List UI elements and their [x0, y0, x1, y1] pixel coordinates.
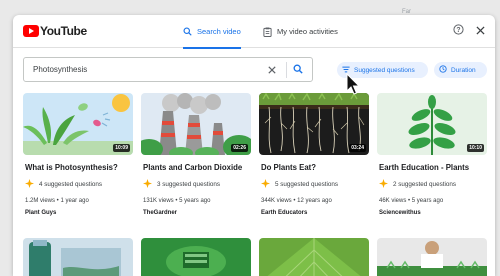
video-meta: 344K views • 12 years ago — [261, 198, 332, 204]
video-search-dialog: YouTube Search video My video activities… — [13, 15, 495, 276]
chip-label: Duration — [451, 66, 476, 74]
video-age: 5 years ago — [179, 198, 211, 204]
youtube-play-icon — [23, 25, 39, 37]
video-thumbnail[interactable] — [259, 238, 369, 276]
video-card[interactable]: 10:10 Earth Education - Plants 2 suggest… — [377, 93, 487, 216]
dialog-header: YouTube Search video My video activities… — [13, 15, 495, 49]
sparkle-icon — [261, 179, 275, 190]
sparkle-icon — [379, 179, 393, 190]
video-title[interactable]: Earth Education - Plants — [377, 162, 487, 173]
video-age: 12 years ago — [297, 198, 332, 204]
video-duration: 02:26 — [231, 144, 248, 152]
duration-filter[interactable]: Duration — [434, 62, 487, 78]
video-meta: 131K views • 5 years ago — [143, 198, 211, 204]
tab-my-video-activities[interactable]: My video activities — [263, 15, 338, 48]
clipboard-icon — [263, 27, 272, 37]
video-duration: 10:09 — [113, 144, 130, 152]
svg-text:?: ? — [456, 27, 460, 34]
close-icon — [475, 22, 485, 40]
help-button[interactable]: ? — [450, 23, 466, 39]
suggested-questions-label: 4 suggested questions — [39, 181, 103, 188]
tab-label: My video activities — [277, 27, 338, 36]
video-thumbnail[interactable] — [377, 238, 487, 276]
video-age: 5 years ago — [411, 198, 444, 204]
channel-name[interactable]: Plant Guys — [23, 210, 133, 216]
help-icon: ? — [452, 22, 464, 40]
logo-text: YouTube — [40, 24, 87, 38]
clear-search-button[interactable] — [265, 63, 279, 77]
video-age: 1 year ago — [60, 198, 89, 204]
video-title[interactable]: Plants and Carbon Dioxide — [141, 162, 251, 173]
suggested-questions-label: 2 suggested questions — [393, 181, 457, 188]
search-button[interactable] — [290, 63, 306, 77]
video-card[interactable]: 03:24 Do Plants Eat? 5 suggested questio… — [259, 93, 369, 216]
active-tab-indicator — [183, 47, 241, 49]
tab-label: Search video — [197, 27, 241, 36]
video-title[interactable]: Do Plants Eat? — [259, 162, 369, 173]
youtube-logo: YouTube — [23, 24, 87, 38]
video-views: 131K views — [143, 198, 174, 204]
search-input[interactable]: Photosynthesis — [33, 65, 87, 74]
channel-name[interactable]: Earth Educators — [259, 210, 369, 216]
close-dialog-button[interactable] — [472, 23, 488, 39]
video-thumbnail[interactable]: 03:24 — [259, 93, 369, 155]
video-duration: 03:24 — [349, 144, 366, 152]
suggested-questions-count: 5 suggested questions — [259, 179, 369, 190]
channel-name[interactable]: Sciencewithus — [377, 210, 487, 216]
video-views: 344K views — [261, 198, 292, 204]
search-icon — [293, 61, 303, 79]
video-views: 1.2M views — [25, 198, 56, 204]
tab-search-video[interactable]: Search video — [183, 15, 241, 49]
video-views: 46K views — [379, 198, 407, 204]
suggested-questions-count: 3 suggested questions — [141, 179, 251, 190]
sparkle-icon — [25, 179, 39, 190]
clock-icon — [439, 65, 451, 75]
video-thumbnail[interactable] — [23, 238, 133, 276]
search-divider — [286, 62, 287, 78]
video-meta: 46K views • 5 years ago — [379, 198, 444, 204]
video-title[interactable]: What is Photosynthesis? — [23, 162, 133, 173]
sparkle-icon — [143, 179, 157, 190]
close-icon — [268, 61, 276, 79]
suggested-questions-label: 5 suggested questions — [275, 181, 339, 188]
video-thumbnail[interactable]: 02:26 — [141, 93, 251, 155]
suggested-questions-count: 4 suggested questions — [23, 179, 133, 190]
mouse-cursor — [346, 72, 361, 100]
suggested-questions-label: 3 suggested questions — [157, 181, 221, 188]
search-icon — [183, 27, 192, 36]
channel-name[interactable]: TheGardner — [141, 210, 251, 216]
video-card[interactable]: 10:09 What is Photosynthesis? 4 suggeste… — [23, 93, 133, 216]
search-field[interactable]: Photosynthesis — [23, 57, 313, 82]
video-meta: 1.2M views • 1 year ago — [25, 198, 89, 204]
video-thumbnail[interactable] — [141, 238, 251, 276]
chip-label: Suggested questions — [354, 66, 415, 74]
suggested-questions-count: 2 suggested questions — [377, 179, 487, 190]
video-duration: 10:10 — [467, 144, 484, 152]
cursor-arrow-icon — [346, 72, 361, 99]
video-card[interactable]: 02:26 Plants and Carbon Dioxide 3 sugges… — [141, 93, 251, 216]
video-thumbnail[interactable]: 10:09 — [23, 93, 133, 155]
video-thumbnail[interactable]: 10:10 — [377, 93, 487, 155]
